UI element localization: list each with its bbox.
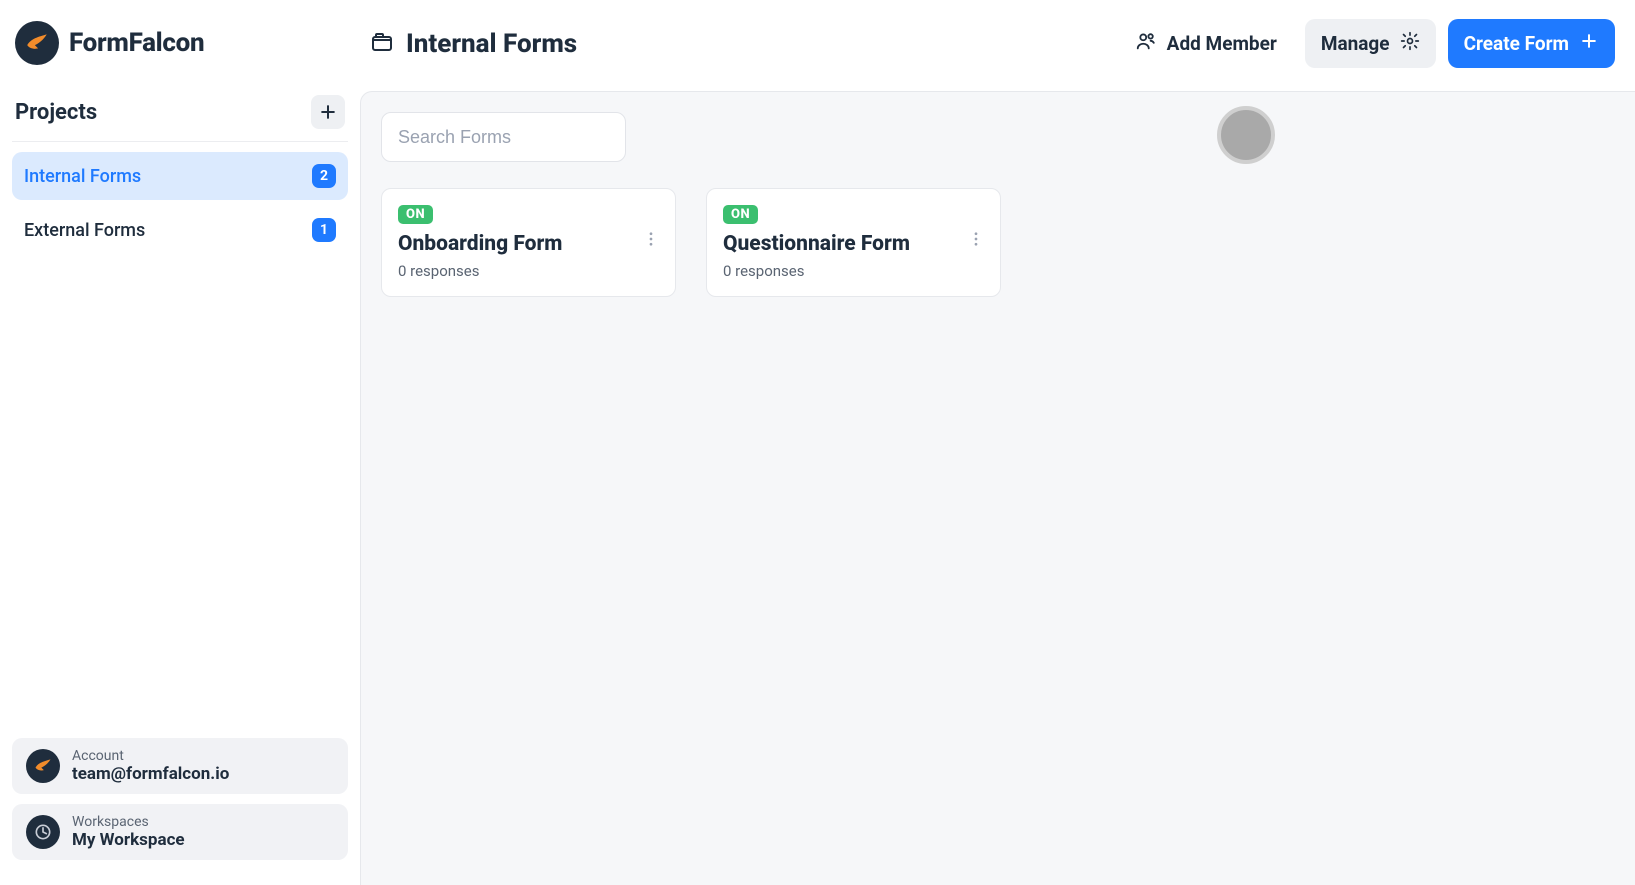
- form-card-title: Questionnaire Form: [723, 232, 984, 256]
- brand[interactable]: FormFalcon: [12, 15, 348, 83]
- brand-name: FormFalcon: [69, 28, 204, 58]
- cursor-indicator: [1217, 106, 1275, 164]
- main: Internal Forms Add Member Manage: [360, 0, 1635, 885]
- workspace-card[interactable]: Workspaces My Workspace: [12, 804, 348, 860]
- form-card[interactable]: ON Questionnaire Form 0 responses: [706, 188, 1001, 297]
- folder-icon: [370, 30, 394, 58]
- manage-label: Manage: [1321, 32, 1390, 55]
- content-area: ON Onboarding Form 0 responses ON Questi…: [360, 91, 1635, 885]
- manage-button[interactable]: Manage: [1305, 19, 1436, 68]
- account-value: team@formfalcon.io: [72, 764, 229, 784]
- count-badge: 1: [312, 218, 336, 242]
- account-card[interactable]: Account team@formfalcon.io: [12, 738, 348, 794]
- form-card-subtitle: 0 responses: [398, 262, 659, 280]
- create-form-button[interactable]: Create Form: [1448, 19, 1615, 68]
- sidebar-item-external-forms[interactable]: External Forms 1: [12, 206, 348, 254]
- form-cards: ON Onboarding Form 0 responses ON Questi…: [381, 188, 1615, 297]
- workspace-label: Workspaces: [72, 814, 185, 830]
- count-badge: 2: [312, 164, 336, 188]
- account-label: Account: [72, 748, 229, 764]
- card-menu-button[interactable]: [637, 225, 665, 253]
- create-form-label: Create Form: [1464, 32, 1569, 55]
- sidebar-item-label: Internal Forms: [24, 166, 141, 187]
- dots-vertical-icon: [967, 230, 985, 248]
- dots-vertical-icon: [642, 230, 660, 248]
- project-list: Internal Forms 2 External Forms 1: [12, 152, 348, 254]
- users-icon: [1135, 30, 1157, 57]
- plus-icon: [318, 102, 338, 122]
- sidebar-item-label: External Forms: [24, 220, 145, 241]
- add-member-button[interactable]: Add Member: [1119, 18, 1293, 69]
- status-badge: ON: [398, 205, 433, 224]
- form-card[interactable]: ON Onboarding Form 0 responses: [381, 188, 676, 297]
- plus-icon: [1579, 31, 1599, 56]
- brand-logo-icon: [15, 21, 59, 65]
- form-card-subtitle: 0 responses: [723, 262, 984, 280]
- workspace-icon: [26, 815, 60, 849]
- page-title: Internal Forms: [406, 29, 577, 59]
- sidebar: FormFalcon Projects Internal Forms 2 Ext…: [0, 0, 360, 885]
- topbar: Internal Forms Add Member Manage: [360, 0, 1635, 91]
- gear-icon: [1400, 31, 1420, 56]
- account-icon: [26, 749, 60, 783]
- add-project-button[interactable]: [311, 95, 345, 129]
- card-menu-button[interactable]: [962, 225, 990, 253]
- sidebar-item-internal-forms[interactable]: Internal Forms 2: [12, 152, 348, 200]
- projects-header: Projects: [12, 83, 348, 142]
- workspace-value: My Workspace: [72, 830, 185, 850]
- projects-title: Projects: [15, 100, 97, 125]
- form-card-title: Onboarding Form: [398, 232, 659, 256]
- search-input[interactable]: [381, 112, 626, 162]
- status-badge: ON: [723, 205, 758, 224]
- add-member-label: Add Member: [1167, 32, 1277, 55]
